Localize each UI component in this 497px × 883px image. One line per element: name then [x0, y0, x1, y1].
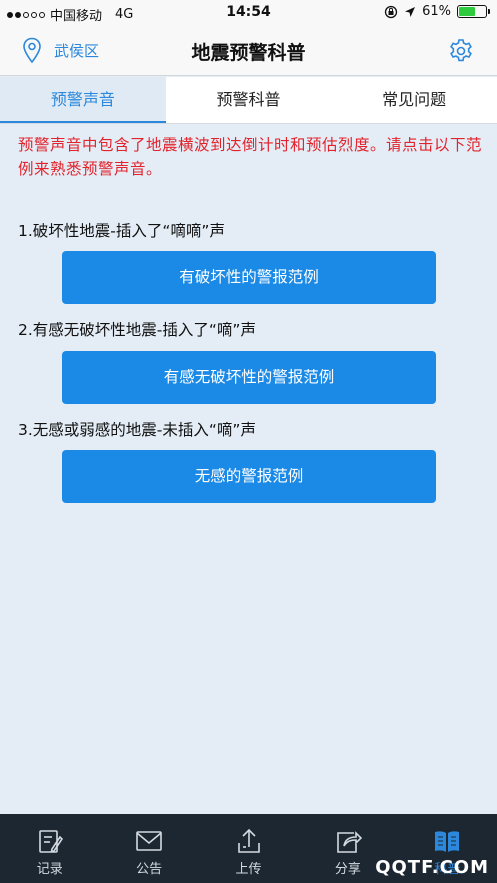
- orientation-lock-icon: [384, 5, 398, 18]
- tab-upload-label: 上传: [235, 862, 262, 877]
- bottom-tab-bar: 记录 公告 上传 分享 科普 QQTF.COM: [0, 814, 497, 883]
- watermark: QQTF.COM: [375, 857, 489, 878]
- nav-bar: 武侯区 地震预警科普: [0, 26, 497, 76]
- gear-icon[interactable]: [448, 38, 474, 64]
- tab-warning-science[interactable]: 预警科普: [166, 77, 332, 123]
- tab-faq[interactable]: 常见问题: [331, 77, 497, 123]
- tab-record-label: 记录: [36, 862, 63, 877]
- edit-record-icon: [38, 830, 63, 853]
- battery-percent: 61%: [422, 4, 451, 19]
- status-bar: 中国移动 4G 14:54 61%: [0, 0, 497, 26]
- tab-bar-top: 预警声音 预警科普 常见问题: [0, 77, 497, 124]
- book-icon: [435, 831, 460, 852]
- example-title-unfelt: 3.无感或弱感的地震-未插入“嘀”声: [18, 421, 256, 439]
- page-title: 地震预警科普: [191, 42, 306, 64]
- upload-icon: [237, 828, 260, 853]
- intro-text: 预警声音中包含了地震横波到达倒计时和预估烈度。请点击以下范例来熟悉预警声音。: [18, 136, 483, 178]
- unfelt-example-button[interactable]: 无感的警报范例: [62, 450, 436, 503]
- mail-icon: [136, 831, 162, 851]
- example-title-destructive: 1.破坏性地震-插入了“嘀嘀”声: [18, 222, 225, 240]
- battery-icon: [457, 5, 490, 18]
- tab-announcement[interactable]: 公告: [99, 814, 198, 883]
- tab-record[interactable]: 记录: [0, 814, 99, 883]
- example-title-felt: 2.有感无破坏性地震-插入了“嘀”声: [18, 321, 256, 339]
- location-arrow-icon: [405, 6, 416, 17]
- app-screen: 中国移动 4G 14:54 61% 武侯区 地震预警科普 预警声音 预警科普 常…: [0, 0, 497, 883]
- destructive-example-button[interactable]: 有破坏性的警报范例: [62, 251, 436, 304]
- share-icon: [337, 831, 362, 853]
- felt-example-button[interactable]: 有感无破坏性的警报范例: [62, 351, 436, 404]
- status-right: 61%: [384, 4, 490, 19]
- tab-upload[interactable]: 上传: [199, 814, 298, 883]
- tab-announcement-label: 公告: [136, 862, 163, 877]
- tab-warning-sound[interactable]: 预警声音: [0, 77, 166, 123]
